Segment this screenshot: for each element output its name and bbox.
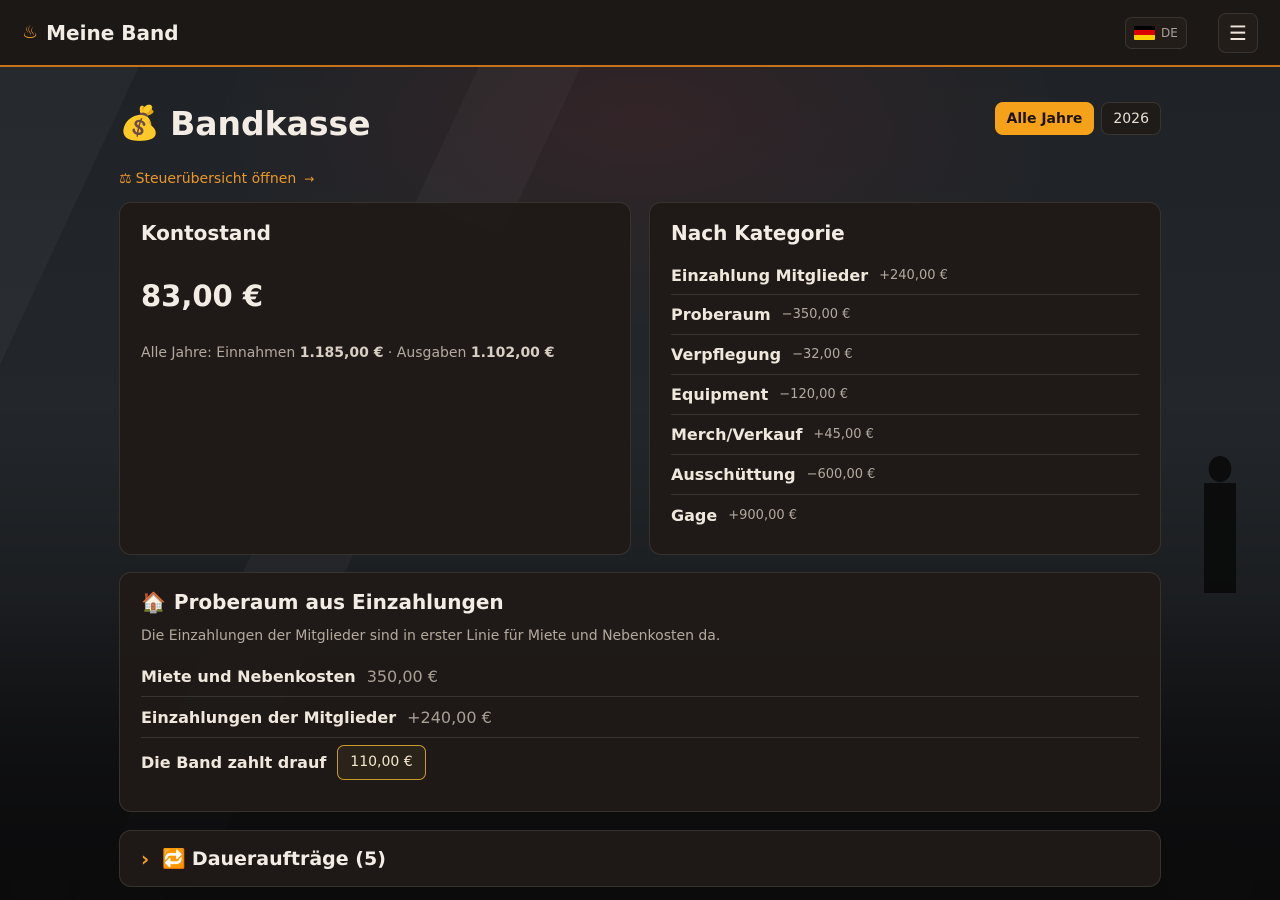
band-pays-row: Die Band zahlt drauf 110,00 €	[141, 738, 1139, 786]
title-row: 💰 Bandkasse Alle Jahre 2026 ⚖ Steuerüber…	[119, 67, 1161, 187]
chevron-right-icon: ›	[141, 846, 150, 871]
standing-orders-heading: 🔁 Daueraufträge (5)	[162, 847, 386, 871]
rehearsal-description: Die Einzahlungen der Mitglieder sind in …	[141, 628, 721, 644]
category-item: Einzahlung Mitglieder +240,00 €	[671, 257, 1139, 295]
band-pays-badge: 110,00 €	[337, 744, 426, 780]
standing-orders-toggle[interactable]: › 🔁 Daueraufträge (5)	[119, 830, 1161, 887]
member-deposits-row: Einzahlungen der Mitglieder +240,00 €	[141, 697, 1139, 738]
page-title: 💰 Bandkasse	[119, 103, 371, 143]
category-list: Einzahlung Mitglieder +240,00 € Proberau…	[671, 257, 1139, 535]
menu-button[interactable]: ☰	[1218, 12, 1258, 53]
hamburger-icon: ☰	[1229, 20, 1247, 45]
money-bag-icon: 💰	[119, 103, 161, 142]
category-item: Merch/Verkauf +45,00 €	[671, 415, 1139, 455]
year-chip-2026[interactable]: 2026	[1101, 102, 1161, 135]
rehearsal-heading: 🏠 Proberaum aus Einzahlungen	[141, 590, 504, 614]
repeat-icon: 🔁	[162, 848, 186, 870]
balance-summary: Alle Jahre: Einnahmen 1.185,00 € · Ausga…	[141, 345, 555, 361]
arrow-right-icon: →	[304, 172, 315, 186]
category-heading: Nach Kategorie	[671, 221, 845, 245]
category-item: Proberaum −350,00 €	[671, 295, 1139, 335]
tax-overview-link[interactable]: ⚖ Steuerübersicht öffnen →	[119, 171, 314, 187]
main-content: 💰 Bandkasse Alle Jahre 2026 ⚖ Steuerüber…	[119, 67, 1161, 887]
category-item: Verpflegung −32,00 €	[671, 335, 1139, 375]
rehearsal-card: 🏠 Proberaum aus Einzahlungen Die Einzahl…	[119, 572, 1161, 812]
income-total: 1.185,00 €	[299, 345, 384, 361]
house-icon: 🏠	[141, 590, 166, 614]
language-switcher[interactable]: DE	[1125, 16, 1187, 49]
rehearsal-summary: Miete und Nebenkosten 350,00 € Einzahlun…	[141, 656, 1139, 786]
category-item: Equipment −120,00 €	[671, 375, 1139, 415]
flame-icon: ♨	[22, 22, 39, 43]
expenses-total: 1.102,00 €	[470, 345, 555, 361]
year-chip-all[interactable]: Alle Jahre	[994, 102, 1095, 135]
language-code: DE	[1161, 25, 1178, 40]
background-performer	[1190, 455, 1250, 615]
balance-value: 83,00 €	[141, 279, 264, 313]
balance-heading: Kontostand	[141, 221, 271, 245]
balance-card: Kontostand 83,00 € Alle Jahre: Einnahmen…	[119, 202, 631, 555]
year-filter: Alle Jahre 2026	[994, 102, 1161, 135]
app-brand[interactable]: ♨ Meine Band	[22, 21, 179, 45]
scales-icon: ⚖	[119, 171, 132, 187]
german-flag-icon	[1134, 25, 1155, 40]
category-item: Gage +900,00 €	[671, 505, 798, 525]
rent-row: Miete und Nebenkosten 350,00 €	[141, 656, 1139, 697]
category-card: Nach Kategorie Einzahlung Mitglieder +24…	[649, 202, 1161, 555]
summary-row: Kontostand 83,00 € Alle Jahre: Einnahmen…	[119, 202, 1161, 555]
app-title: Meine Band	[46, 20, 179, 45]
top-bar: ♨ Meine Band DE ☰	[0, 0, 1280, 67]
category-item: Ausschüttung −600,00 €	[671, 455, 1139, 495]
